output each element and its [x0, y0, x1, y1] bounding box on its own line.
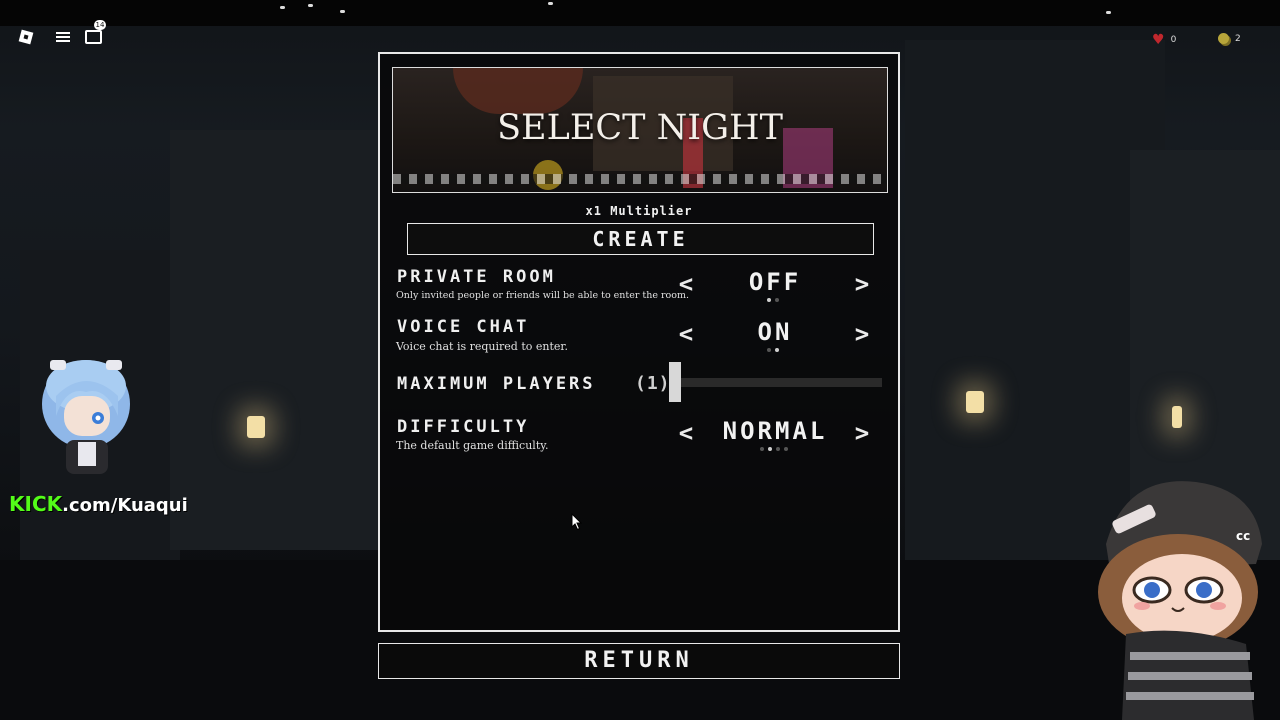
kick-brand: KICK [9, 492, 63, 516]
create-button[interactable]: CREATE [407, 223, 874, 255]
voice-chat-value: ON [757, 318, 793, 346]
max-players-value: (1) [635, 373, 671, 394]
indicator-dot [767, 348, 771, 352]
indicator-dot [760, 447, 764, 451]
voice-chat-title: VOICE CHAT [397, 317, 530, 337]
max-players-slider-handle[interactable] [669, 362, 681, 402]
private-room-description: Only invited people or friends will be a… [396, 290, 690, 301]
private-room-value: OFF [748, 268, 802, 296]
select-night-panel: SELECT NIGHT x1 Multiplier CREATE PRIVAT… [378, 52, 900, 632]
voice-chat-indicator [767, 348, 779, 352]
voice-chat-prev-arrow[interactable]: < [676, 320, 696, 348]
hamburger-menu-button[interactable] [50, 24, 76, 50]
coin-icon [1218, 33, 1229, 44]
coins-value: 2 [1235, 33, 1241, 44]
svg-text:cc: cc [1236, 529, 1250, 543]
chat-unread-badge: 14 [94, 20, 106, 30]
roblox-logo-icon [18, 29, 34, 45]
max-players-slider[interactable] [670, 378, 882, 387]
snow-speck [280, 6, 285, 9]
private-room-title: PRIVATE ROOM [397, 267, 556, 287]
indicator-dot [776, 447, 780, 451]
indicator-dot [768, 447, 772, 451]
difficulty-value: NORMAL [722, 417, 828, 445]
private-room-indicator [767, 298, 779, 302]
kick-channel-path: .com/Kuaqui [62, 495, 188, 516]
streamer-avatar-right: cc [1098, 481, 1262, 720]
snow-speck [548, 2, 553, 5]
top-strip [0, 0, 1280, 26]
heart-icon: ♥ [1152, 32, 1165, 48]
kick-channel-link: KICK.com/Kuaqui [9, 492, 188, 516]
banner-image: SELECT NIGHT [392, 67, 888, 193]
indicator-dot [784, 447, 788, 451]
difficulty-title: DIFFICULTY [397, 417, 530, 437]
wall-lamp [247, 416, 265, 438]
coins-counter: 2 [1218, 33, 1241, 44]
chat-button[interactable]: 14 [80, 20, 106, 50]
chat-icon [84, 30, 102, 44]
voice-chat-description: Voice chat is required to enter. [396, 340, 568, 353]
streamer-avatar-left [42, 360, 130, 474]
voice-chat-next-arrow[interactable]: > [852, 320, 872, 348]
difficulty-prev-arrow[interactable]: < [676, 419, 696, 447]
difficulty-indicator [760, 447, 788, 451]
return-button[interactable]: RETURN [378, 643, 900, 679]
mouse-cursor-icon [571, 513, 583, 531]
snow-speck [340, 10, 345, 13]
indicator-dot [775, 348, 779, 352]
page-title: SELECT NIGHT [497, 108, 783, 148]
difficulty-next-arrow[interactable]: > [852, 419, 872, 447]
multiplier-label: x1 Multiplier [585, 204, 693, 218]
roblox-menu-button[interactable] [13, 24, 39, 50]
private-room-next-arrow[interactable]: > [852, 270, 872, 298]
banner-checker-floor [393, 174, 887, 184]
snow-speck [308, 4, 313, 7]
background-building [170, 130, 380, 550]
indicator-dot [775, 298, 779, 302]
private-room-prev-arrow[interactable]: < [676, 270, 696, 298]
indicator-dot [767, 298, 771, 302]
wall-lamp [966, 391, 984, 413]
hamburger-icon [56, 32, 70, 42]
wall-lamp [1172, 406, 1182, 428]
snow-speck [1106, 11, 1111, 14]
hearts-value: 0 [1170, 35, 1177, 45]
hearts-counter: ♥ 0 [1152, 33, 1176, 47]
max-players-title: MAXIMUM PLAYERS [397, 374, 596, 394]
difficulty-description: The default game difficulty. [396, 439, 549, 452]
